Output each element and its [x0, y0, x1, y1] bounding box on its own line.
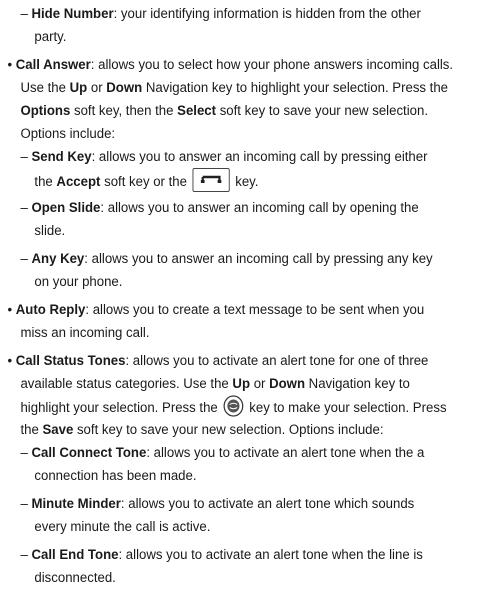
auto-reply-item: • Auto Reply: allows you to create a tex… [7, 302, 425, 318]
any-key-term: Any Key [31, 251, 85, 267]
call-status-tones-item: • Call Status Tones: allows you to activ… [7, 353, 429, 369]
send-key-item: – Send Key: allows you to answer an inco… [20, 149, 428, 165]
navigation-select-key-icon [223, 395, 244, 417]
call-connect-tone-item: – Call Connect Tone: allows you to activ… [20, 445, 425, 461]
minute-minder-term: Minute Minder [31, 496, 121, 512]
open-slide-item: – Open Slide: allows you to answer an in… [20, 200, 419, 216]
call-answer-term: Call Answer [15, 57, 91, 73]
call-end-tone-item: – Call End Tone: allows you to activate … [20, 547, 423, 563]
send-key-term: Send Key [31, 149, 92, 165]
minute-minder-item: – Minute Minder: allows you to activate … [20, 496, 415, 512]
call-status-tones-term: Call Status Tones [15, 353, 126, 369]
hide-number-term: Hide Number [31, 6, 114, 22]
hide-number-item: – Hide Number: your identifying informat… [20, 6, 421, 22]
call-end-tone-term: Call End Tone [31, 547, 119, 563]
auto-reply-term: Auto Reply [15, 302, 86, 318]
manual-page: – Hide Number: your identifying informat… [7, 6, 454, 586]
send-key-icon [192, 168, 230, 192]
any-key-item: – Any Key: allows you to answer an incom… [20, 251, 433, 267]
open-slide-term: Open Slide [31, 200, 101, 216]
call-answer-item: • Call Answer: allows you to select how … [7, 57, 454, 73]
call-connect-tone-term: Call Connect Tone [31, 445, 147, 461]
